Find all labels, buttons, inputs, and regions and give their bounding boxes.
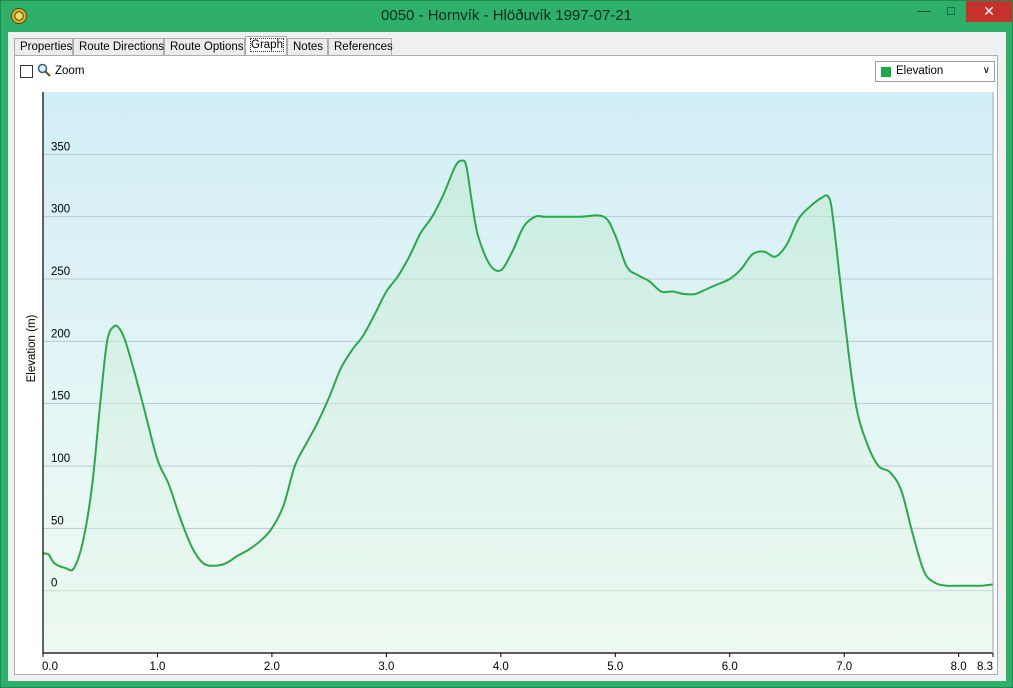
- app-window: 0050 - Hornvík - Hlöðuvík 1997-07-21 — □…: [0, 0, 1013, 688]
- y-tick-label: 100: [51, 453, 70, 465]
- x-tick-label: 2.0: [264, 661, 280, 673]
- y-tick-label: 200: [51, 328, 70, 340]
- series-color-swatch: [881, 67, 891, 77]
- x-tick-label: 1.0: [149, 661, 165, 673]
- tab-properties[interactable]: Properties: [14, 38, 73, 55]
- x-tick-label: 6.0: [722, 661, 738, 673]
- y-tick-label: 50: [51, 515, 64, 527]
- x-tick-label: 5.0: [607, 661, 623, 673]
- y-tick-label: 0: [51, 578, 57, 590]
- x-tick-label: 8.3: [977, 661, 993, 673]
- x-tick-label: 3.0: [378, 661, 394, 673]
- window-title: 0050 - Hornvík - Hlöðuvík 1997-07-21: [381, 7, 632, 24]
- x-tick-label: 4.0: [493, 661, 509, 673]
- y-tick-label: 250: [51, 266, 70, 278]
- series-selected-label: Elevation: [896, 65, 944, 77]
- tab-graph[interactable]: Graph: [245, 36, 287, 56]
- tab-graph-label: Graph: [250, 38, 284, 52]
- close-button[interactable]: ✕: [966, 1, 1012, 22]
- series-dropdown[interactable]: Elevation ∨: [875, 61, 995, 82]
- graph-panel: Zoom Elevation ∨ 0 50 100 150 200 250 30…: [14, 55, 998, 675]
- tab-properties-label: Properties: [20, 41, 73, 53]
- tab-route-options-label: Route Options: [170, 41, 244, 53]
- zoom-label: Zoom: [55, 65, 85, 77]
- y-tick-label: 150: [51, 391, 70, 403]
- magnifier-icon: [37, 63, 51, 77]
- chevron-down-icon: ∨: [982, 65, 990, 76]
- y-tick-label: 300: [51, 204, 70, 216]
- zoom-checkbox[interactable]: [20, 65, 33, 78]
- minimize-button[interactable]: —: [911, 1, 937, 22]
- tab-route-directions-label: Route Directions: [79, 41, 165, 53]
- tab-references[interactable]: References: [328, 38, 393, 55]
- y-tick-label: 350: [51, 141, 70, 153]
- x-tick-label: 8.0: [951, 661, 967, 673]
- x-tick-label: 0.0: [42, 661, 58, 673]
- elevation-chart[interactable]: 0 50 100 150 200 250 300 350 0.0 1.0 2.0 3.0 4.0 5.0 6…: [15, 86, 997, 675]
- tab-notes[interactable]: Notes: [287, 38, 328, 55]
- y-axis-title: Elevation (m): [26, 314, 38, 382]
- client-area: Properties Route Directions Route Option…: [8, 32, 1006, 681]
- maximize-button[interactable]: □: [938, 1, 964, 22]
- tab-notes-label: Notes: [293, 41, 324, 53]
- x-tick-label: 7.0: [836, 661, 852, 673]
- tab-route-directions[interactable]: Route Directions: [73, 38, 164, 55]
- title-bar[interactable]: 0050 - Hornvík - Hlöðuvík 1997-07-21 — □…: [1, 1, 1012, 31]
- tab-references-label: References: [334, 41, 393, 53]
- tab-route-options[interactable]: Route Options: [164, 38, 245, 55]
